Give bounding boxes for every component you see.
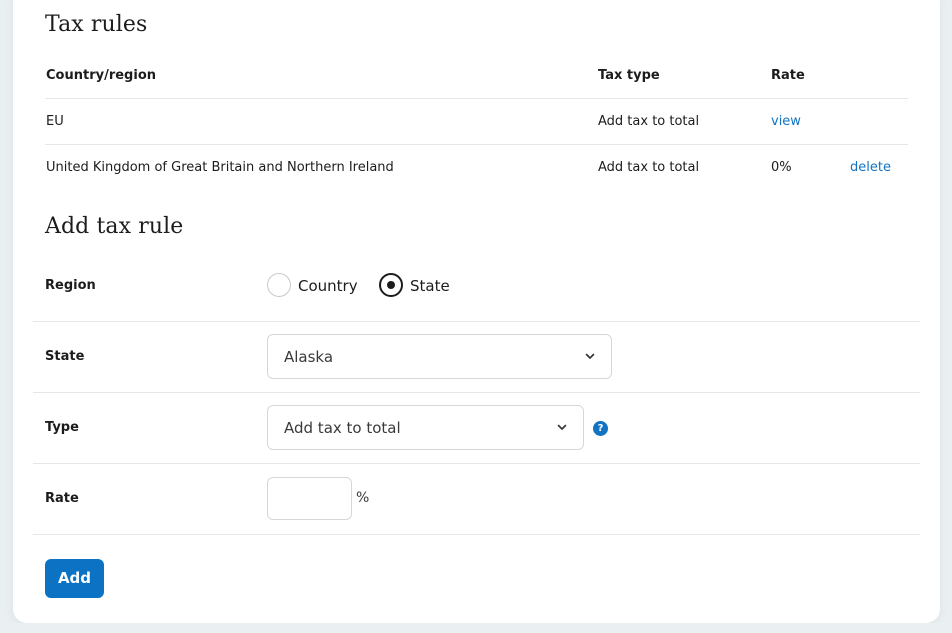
state-select[interactable]: Alaska: [267, 334, 612, 379]
row-region: EU: [46, 114, 64, 129]
state-select-value: Alaska: [284, 348, 334, 366]
type-select-value: Add tax to total: [284, 419, 401, 437]
chevron-down-icon: [585, 353, 595, 359]
type-select[interactable]: Add tax to total: [267, 405, 584, 450]
country-radio-label[interactable]: Country: [298, 277, 358, 295]
add-button[interactable]: Add: [45, 559, 104, 598]
row-region: United Kingdom of Great Britain and Nort…: [46, 160, 394, 175]
rate-label: Rate: [45, 491, 79, 506]
row-rate: 0%: [771, 160, 792, 175]
column-header-rate: Rate: [771, 68, 805, 83]
type-label: Type: [45, 420, 79, 435]
table-divider: [45, 144, 908, 145]
state-label: State: [45, 349, 85, 364]
region-label: Region: [45, 278, 96, 293]
column-header-region: Country/region: [46, 68, 157, 83]
country-radio[interactable]: [267, 273, 291, 297]
add-tax-rule-title: Add tax rule: [45, 214, 184, 239]
form-divider: [33, 321, 920, 322]
form-divider: [33, 534, 920, 535]
column-header-tax-type: Tax type: [598, 68, 660, 83]
help-icon[interactable]: ?: [593, 421, 608, 436]
rate-unit: %: [356, 490, 370, 506]
row-tax-type: Add tax to total: [598, 114, 700, 129]
tax-rules-title: Tax rules: [45, 12, 148, 37]
state-radio[interactable]: [379, 273, 403, 297]
rate-input[interactable]: [267, 477, 352, 520]
chevron-down-icon: [557, 424, 567, 430]
row-tax-type: Add tax to total: [598, 160, 700, 175]
state-radio-label[interactable]: State: [410, 277, 450, 295]
form-divider: [33, 392, 920, 393]
view-link[interactable]: view: [771, 114, 801, 129]
delete-link[interactable]: delete: [850, 160, 891, 175]
form-divider: [33, 463, 920, 464]
page-background-strip: [0, 623, 952, 633]
table-divider: [45, 98, 908, 99]
tax-settings-card: Tax rules Country/region Tax type Rate E…: [13, 0, 940, 623]
